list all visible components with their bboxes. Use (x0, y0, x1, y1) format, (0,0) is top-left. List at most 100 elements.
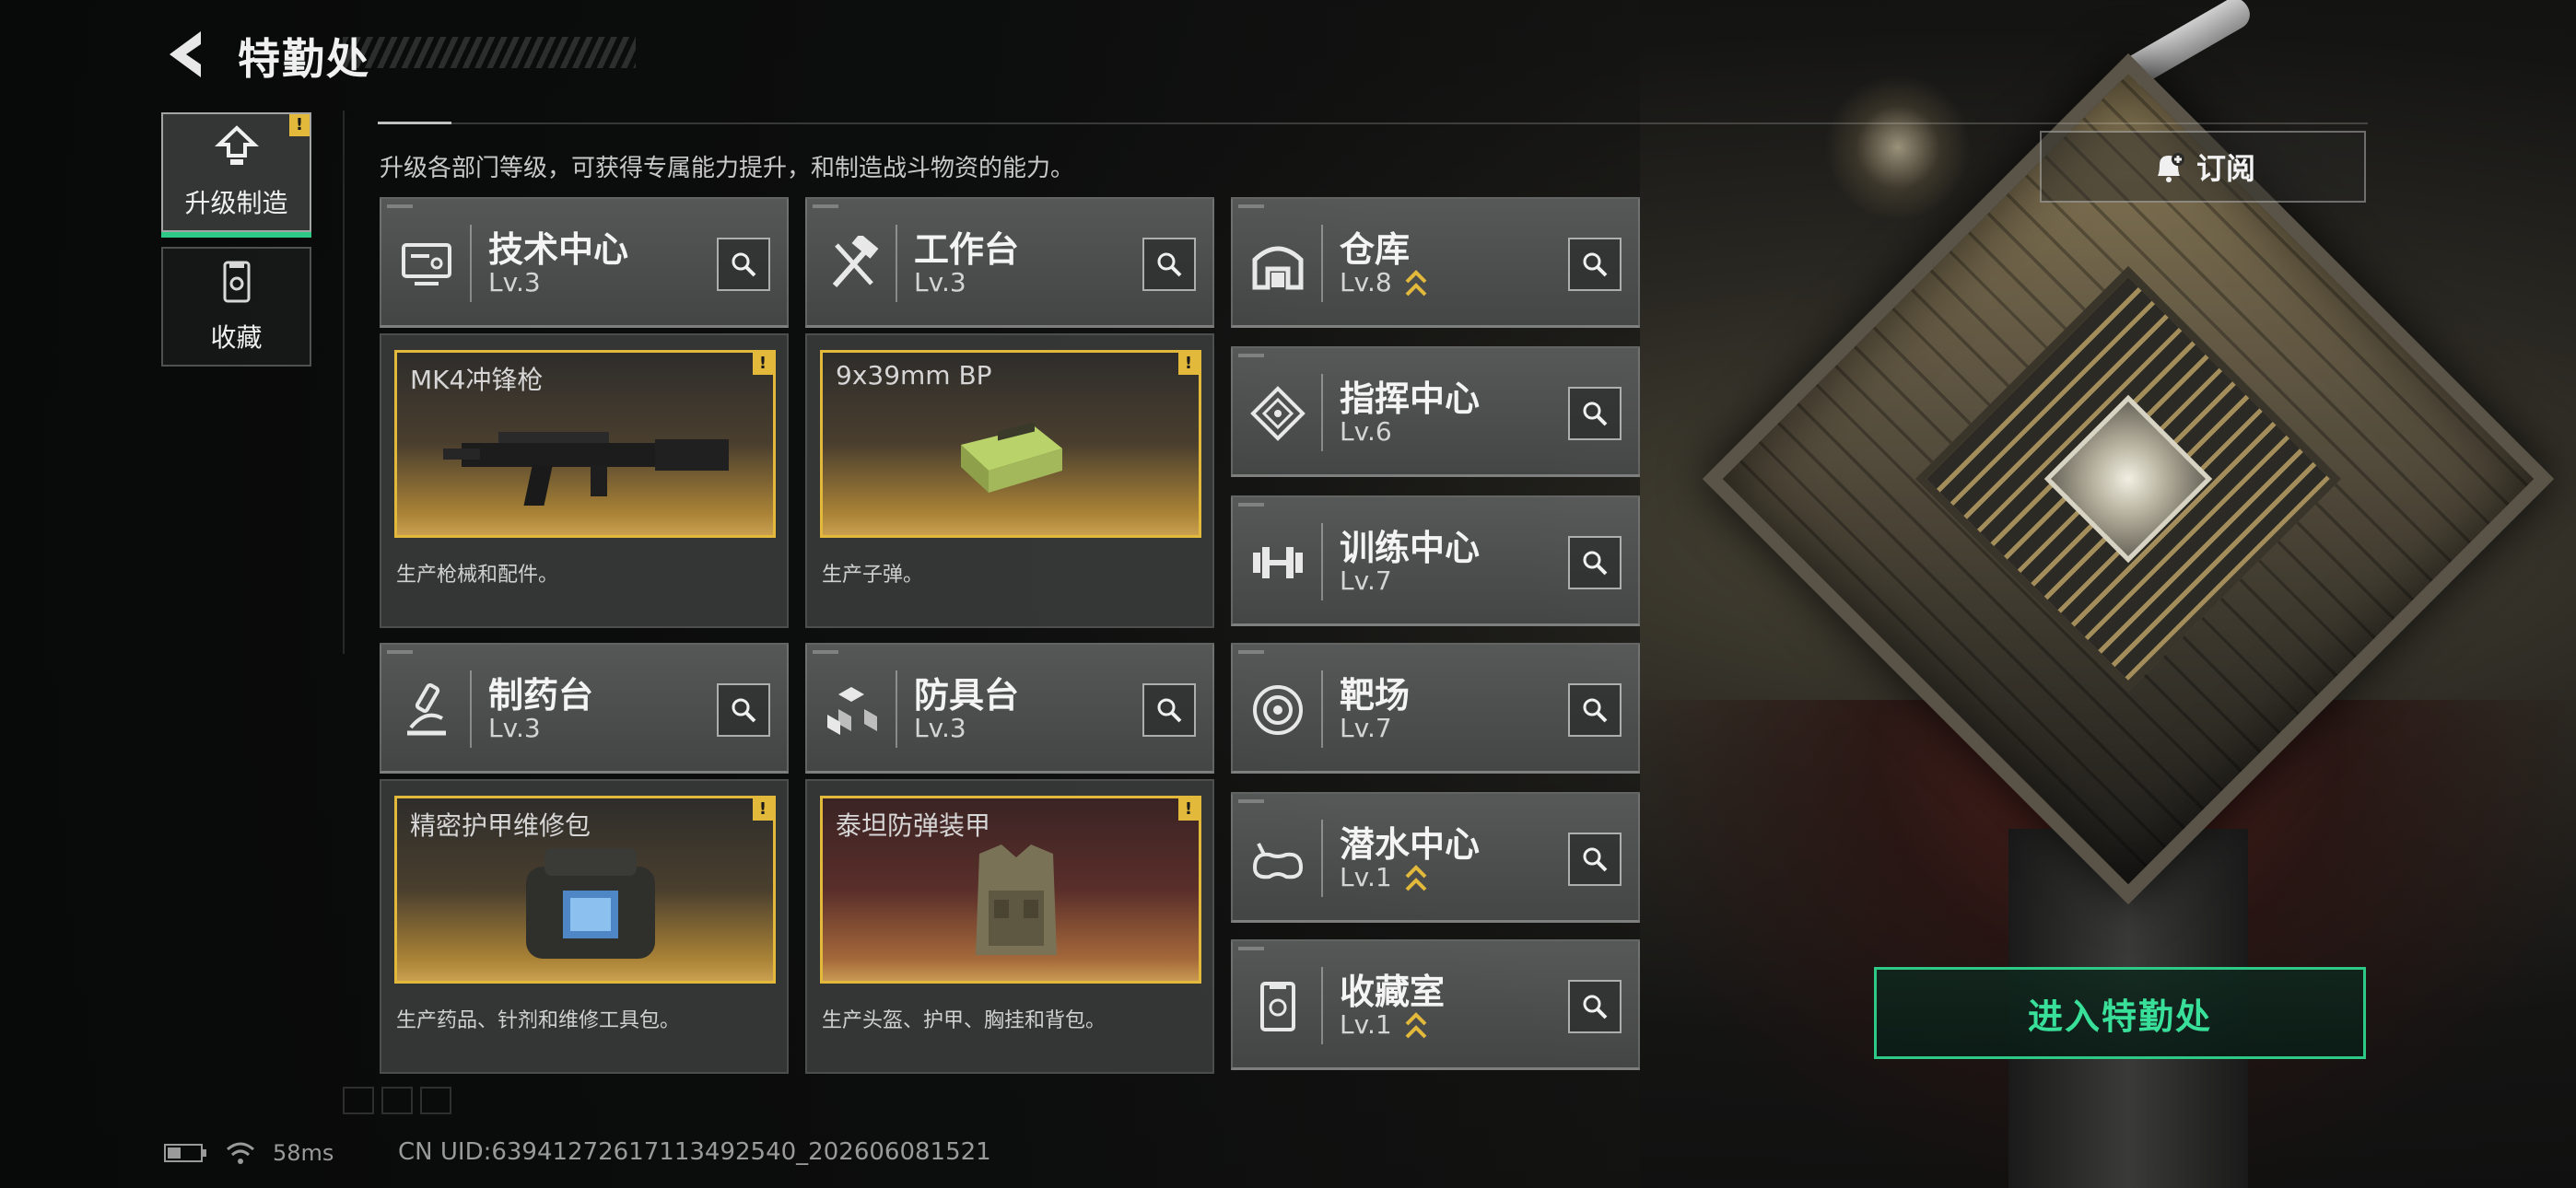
product-image-frame[interactable]: 精密护甲维修包 ! (394, 796, 776, 984)
product-description: 生产子弹。 (822, 564, 924, 587)
search-icon (732, 698, 756, 723)
search-icon (1583, 698, 1608, 723)
decor-boxes (343, 1087, 451, 1114)
dept-level: Lv.3 (488, 713, 541, 743)
dept-level: Lv.3 (914, 713, 966, 743)
inspect-button[interactable] (1568, 536, 1622, 589)
inspect-button[interactable] (1142, 238, 1196, 291)
upgrade-available-icon (1405, 865, 1427, 891)
repair-kit-icon (526, 848, 655, 959)
search-icon (732, 252, 756, 277)
production-panel-armor-bench[interactable]: 泰坦防弹装甲 ! 生产头盔、护甲、胸挂和背包。 (805, 779, 1214, 1074)
upgrade-available-icon (1405, 270, 1427, 297)
inspect-button[interactable] (1142, 683, 1196, 737)
light-flare (1824, 74, 1972, 221)
dept-level: Lv.1 (1340, 862, 1392, 892)
search-icon (1583, 847, 1608, 872)
dept-level: Lv.3 (488, 267, 541, 297)
dept-name: 靶场 (1340, 675, 1411, 716)
battery-icon (164, 1144, 206, 1162)
card-separator (470, 225, 472, 302)
dept-name: 潜水中心 (1340, 824, 1481, 865)
subscribe-button[interactable]: 订阅 (2040, 131, 2366, 203)
product-name: MK4冲锋枪 (410, 365, 544, 395)
dept-card-training-center[interactable]: 训练中心 Lv.7 (1231, 495, 1640, 626)
production-panel-tech-center[interactable]: MK4冲锋枪 ! 生产枪械和配件。 (380, 333, 789, 628)
dept-card-diving-center[interactable]: 潜水中心 Lv.1 (1231, 792, 1640, 923)
dept-level: Lv.1 (1340, 1009, 1392, 1040)
inspect-button[interactable] (717, 238, 770, 291)
decor-box (343, 1087, 374, 1114)
warning-badge: ! (1178, 798, 1199, 821)
dumbbell-icon (1253, 547, 1303, 578)
enter-special-ops-button[interactable]: 进入特勤处 (1874, 967, 2366, 1059)
inspect-button[interactable] (1568, 980, 1622, 1033)
header-divider-accent (378, 122, 451, 124)
dept-card-shooting-range[interactable]: 靶场 Lv.7 (1231, 643, 1640, 774)
user-uid: CN UID:63941272617113492540_202606081521 (398, 1138, 991, 1166)
smg-weapon-icon (443, 432, 729, 506)
dept-card-collection-room[interactable]: 收藏室 Lv.1 (1231, 939, 1640, 1070)
tab-label: 升级制造 (184, 188, 288, 218)
card-corner-tag (1238, 354, 1264, 357)
dept-card-warehouse[interactable]: 仓库 Lv.8 (1231, 197, 1640, 328)
product-name: 精密护甲维修包 (410, 810, 591, 841)
search-icon (1583, 402, 1608, 426)
warning-badge: ! (753, 798, 773, 821)
dept-card-tech-center[interactable]: 技术中心 Lv.3 (380, 197, 789, 328)
inspect-button[interactable] (1568, 387, 1622, 440)
collection-case-icon (1260, 982, 1295, 1031)
search-icon (1583, 995, 1608, 1019)
header-divider (378, 122, 2368, 124)
command-center-icon (1250, 386, 1306, 441)
hammer-wrench-icon (832, 236, 879, 287)
tab-upgrade-craft[interactable]: 升级制造 ! (161, 112, 311, 238)
card-separator (1321, 670, 1323, 748)
card-corner-tag (1238, 947, 1264, 950)
enter-label: 进入特勤处 (2027, 996, 2212, 1037)
card-separator (1321, 820, 1323, 897)
card-corner-tag (813, 204, 838, 208)
product-image-frame[interactable]: 9x39mm BP ! (820, 350, 1201, 538)
card-separator (1321, 374, 1323, 451)
subscribe-label: 订阅 (2195, 151, 2255, 186)
decor-box (381, 1087, 413, 1114)
product-description: 生产头盔、护甲、胸挂和背包。 (822, 1009, 1107, 1032)
dept-card-pharmacy[interactable]: 制药台 Lv.3 (380, 643, 789, 774)
dept-name: 仓库 (1340, 229, 1411, 270)
search-icon (1583, 252, 1608, 277)
dept-card-armor-bench[interactable]: 防具台 Lv.3 (805, 643, 1214, 774)
card-corner-tag (813, 650, 838, 654)
inspect-button[interactable] (1568, 238, 1622, 291)
product-image-frame[interactable]: 泰坦防弹装甲 ! (820, 796, 1201, 984)
bell-plus-icon (2157, 153, 2184, 182)
dept-card-workbench[interactable]: 工作台 Lv.3 (805, 197, 1214, 328)
tab-collection[interactable]: 收藏 (161, 247, 311, 367)
blocks-icon (827, 687, 877, 735)
decor-box (420, 1087, 451, 1114)
back-arrow-icon[interactable] (164, 28, 206, 81)
tech-center-icon (402, 243, 451, 285)
production-panel-workbench[interactable]: 9x39mm BP ! 生产子弹。 (805, 333, 1214, 628)
card-corner-tag (1238, 650, 1264, 654)
search-icon (1583, 551, 1608, 576)
warning-badge: ! (1178, 353, 1199, 375)
dept-name: 防具台 (914, 675, 1020, 716)
upgrade-icon (214, 125, 259, 165)
card-corner-tag (387, 204, 413, 208)
dept-level: Lv.7 (1340, 713, 1392, 743)
inspect-button[interactable] (717, 683, 770, 737)
dept-card-command-center[interactable]: 指挥中心 Lv.6 (1231, 346, 1640, 477)
search-icon (1157, 698, 1182, 723)
diving-goggles-icon (1252, 843, 1304, 879)
production-panel-pharmacy[interactable]: 精密护甲维修包 ! 生产药品、针剂和维修工具包。 (380, 779, 789, 1074)
microscope-icon (407, 682, 446, 736)
cube-inner (1914, 265, 2342, 693)
dept-name: 收藏室 (1340, 972, 1446, 1012)
card-separator (896, 225, 897, 302)
inspect-button[interactable] (1568, 833, 1622, 886)
product-name: 9x39mm BP (836, 360, 992, 390)
product-image-frame[interactable]: MK4冲锋枪 ! (394, 350, 776, 538)
inspect-button[interactable] (1568, 683, 1622, 737)
product-description: 生产枪械和配件。 (396, 564, 559, 587)
